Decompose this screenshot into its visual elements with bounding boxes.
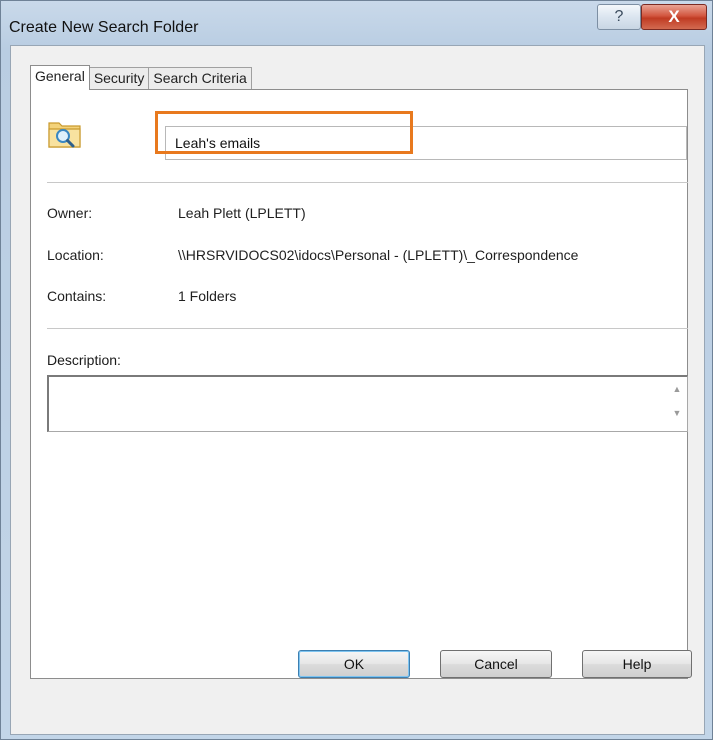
dialog-window: Create New Search Folder ? X General Sec… bbox=[0, 0, 713, 740]
window-title: Create New Search Folder bbox=[9, 19, 199, 36]
help-button[interactable]: Help bbox=[582, 650, 692, 678]
close-icon: X bbox=[668, 7, 680, 26]
tab-strip: General Security Search Criteria bbox=[30, 65, 252, 90]
description-textarea[interactable] bbox=[47, 375, 688, 432]
contains-label: Contains: bbox=[47, 288, 107, 304]
search-folder-icon bbox=[48, 122, 81, 148]
description-label: Description: bbox=[47, 352, 121, 368]
close-button[interactable]: X bbox=[641, 4, 707, 30]
owner-value: Leah Plett (LPLETT) bbox=[178, 205, 306, 221]
title-bar[interactable]: Create New Search Folder ? X bbox=[1, 1, 712, 45]
tab-search-criteria[interactable]: Search Criteria bbox=[148, 67, 252, 89]
tab-security[interactable]: Security bbox=[88, 67, 150, 89]
question-mark-icon: ? bbox=[614, 8, 624, 25]
location-label: Location: bbox=[47, 247, 104, 263]
general-tab-page: Leah's emails Owner: Leah Plett (LPLETT)… bbox=[30, 89, 688, 679]
owner-label: Owner: bbox=[47, 205, 93, 221]
location-value: \\HRSRVIDOCS02\idocs\Personal - (LPLETT)… bbox=[178, 247, 579, 263]
cancel-button[interactable]: Cancel bbox=[440, 650, 552, 678]
tab-general[interactable]: General bbox=[30, 65, 90, 90]
help-title-button[interactable]: ? bbox=[597, 4, 641, 30]
separator bbox=[47, 182, 688, 183]
ok-button[interactable]: OK bbox=[298, 650, 410, 678]
separator bbox=[47, 328, 688, 329]
folder-name-input[interactable]: Leah's emails bbox=[165, 126, 687, 160]
dialog-client-area: General Security Search Criteria Leah's … bbox=[10, 45, 705, 735]
contains-value: 1 Folders bbox=[178, 288, 237, 304]
